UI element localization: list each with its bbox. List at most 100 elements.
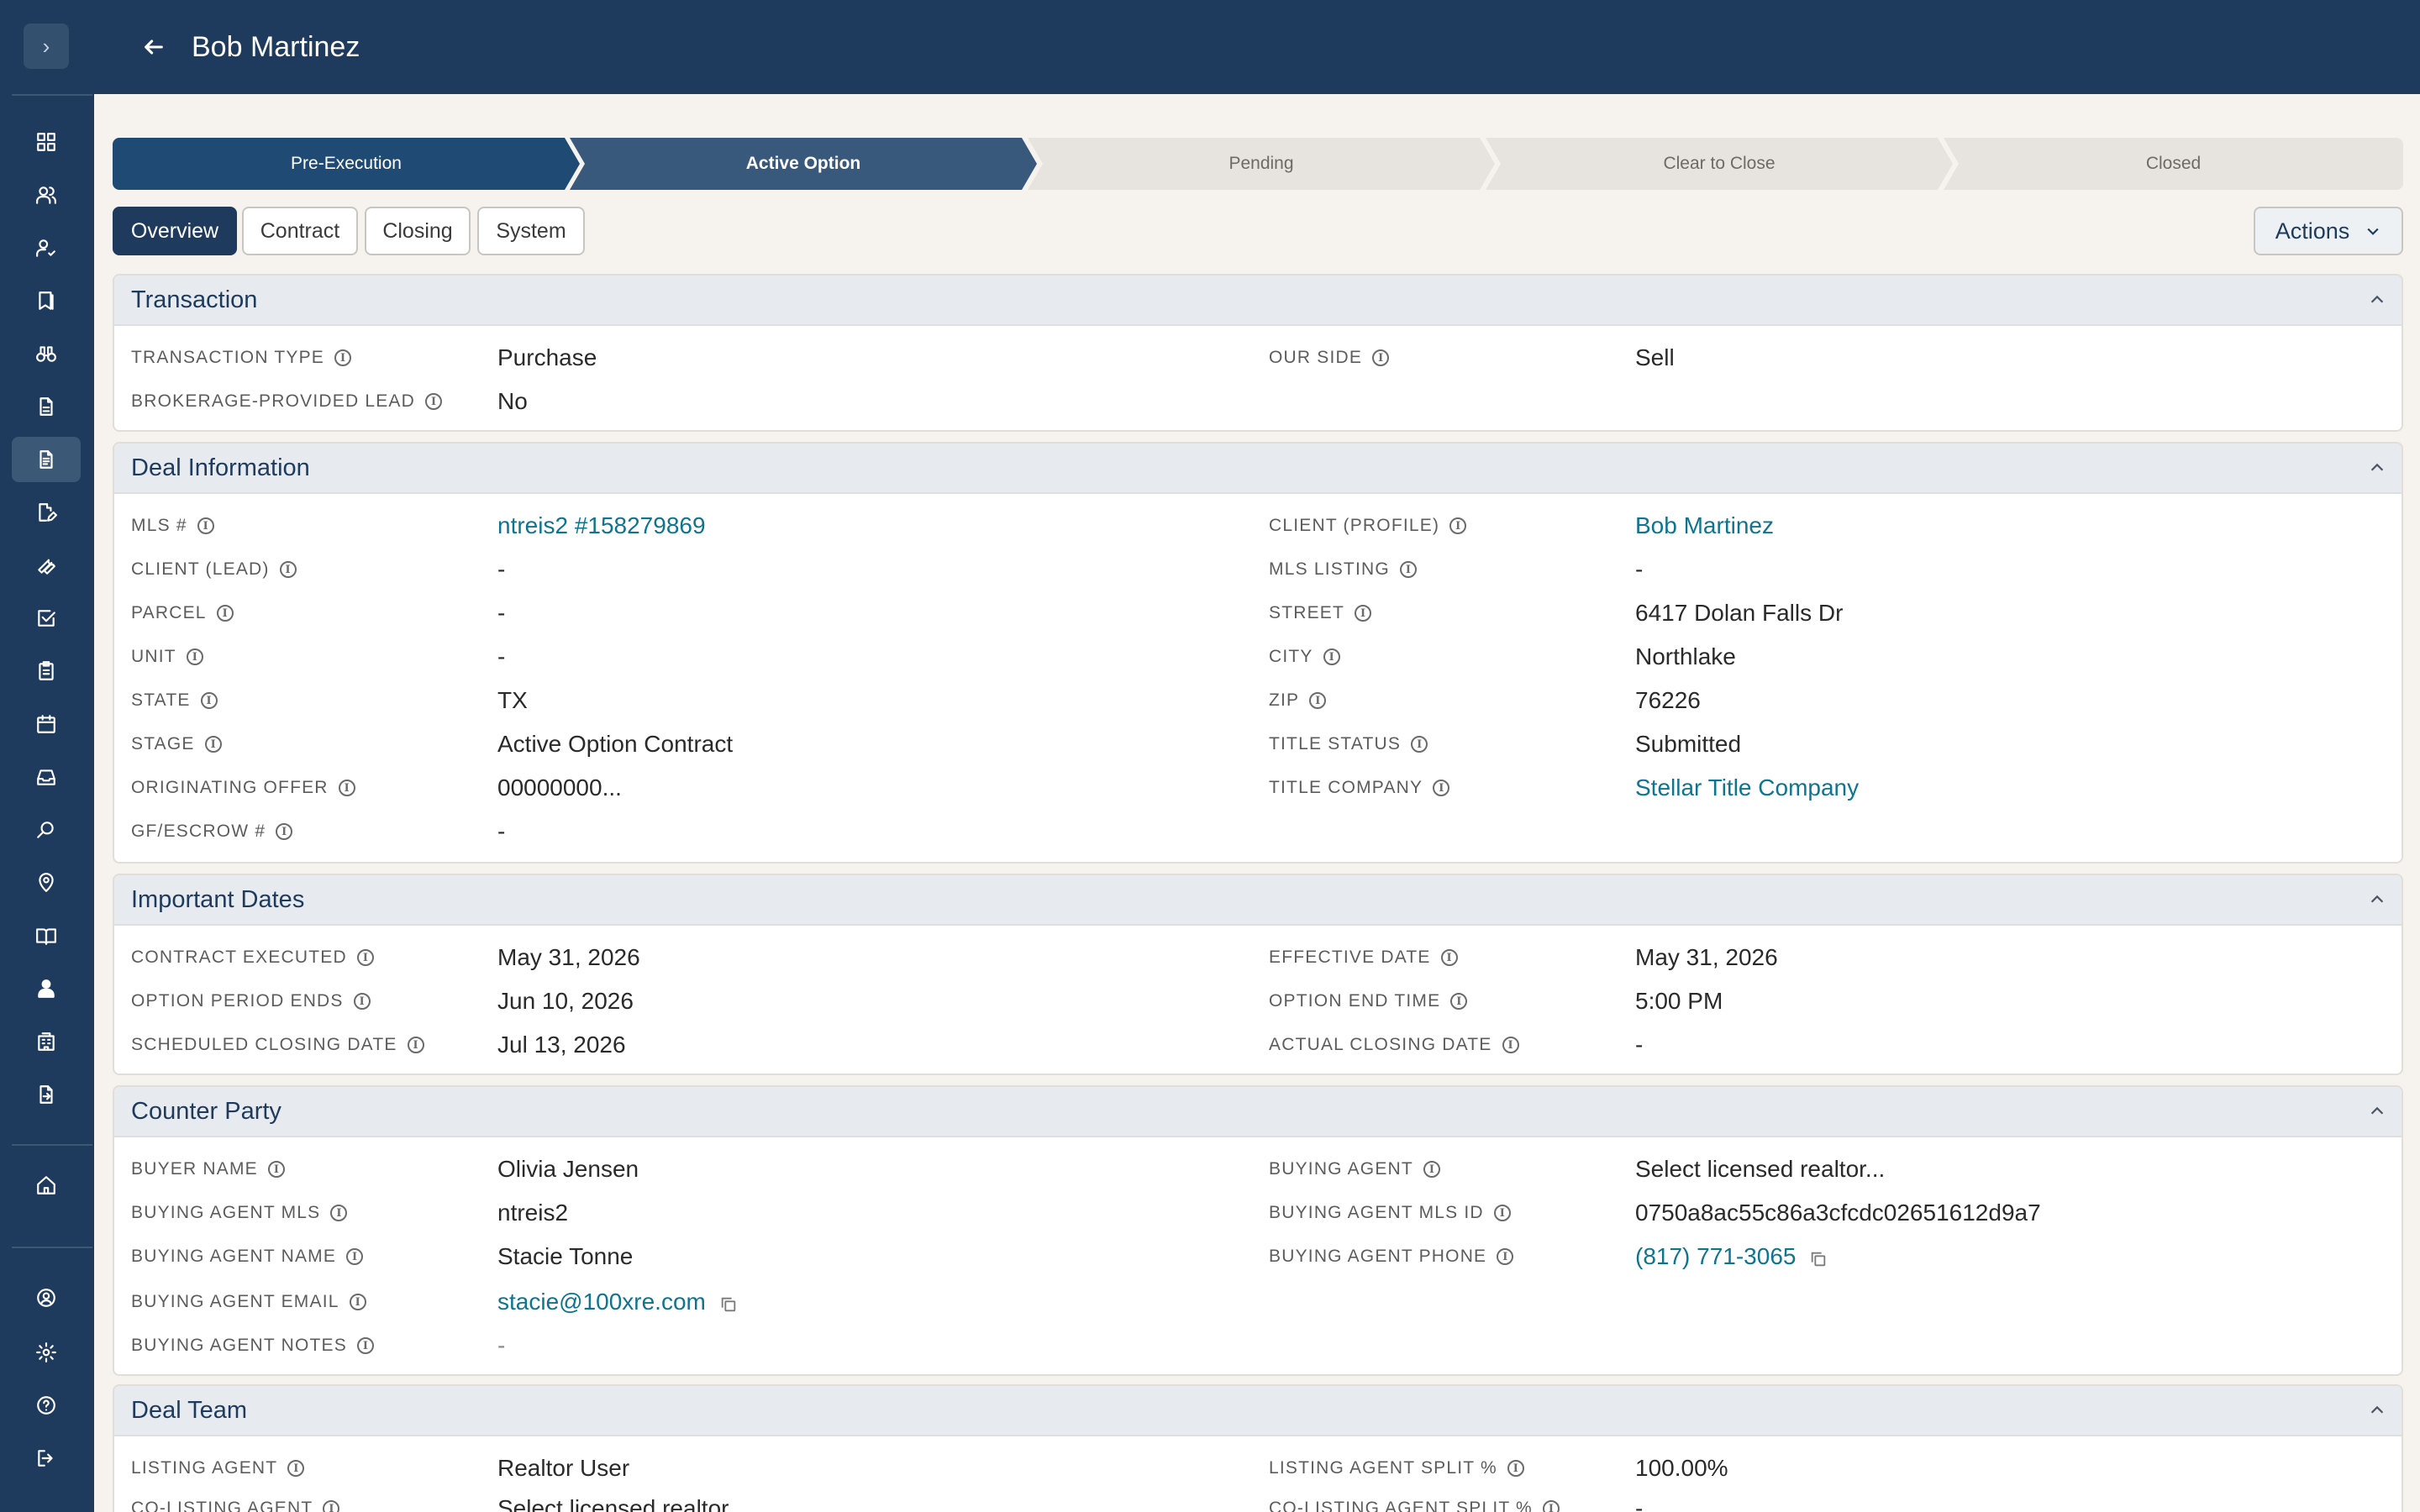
section-header[interactable]: Important Dates <box>114 875 2402 926</box>
chevron-up-icon[interactable] <box>2368 1401 2386 1420</box>
sidebar-item-tasks[interactable] <box>12 596 81 641</box>
info-icon[interactable]: i <box>1497 1248 1514 1265</box>
sidebar-item-transactions[interactable] <box>12 437 81 482</box>
field-value: 76226 <box>1635 687 1701 713</box>
info-icon[interactable]: i <box>1440 949 1458 966</box>
info-icon[interactable]: i <box>425 393 443 410</box>
info-icon[interactable]: i <box>204 736 222 753</box>
phone-link[interactable]: (817) 771-3065 <box>1635 1240 1828 1273</box>
co-listing-agent-select[interactable]: Select licensed realtor... <box>497 1492 747 1512</box>
sidebar-item-dashboard[interactable] <box>12 119 81 165</box>
field-value: Jun 10, 2026 <box>497 988 634 1014</box>
info-icon[interactable]: i <box>267 1161 285 1178</box>
sidebar-item-reports[interactable] <box>12 1072 81 1117</box>
info-icon[interactable]: i <box>1502 1037 1519 1053</box>
section-header[interactable]: Counter Party <box>114 1087 2402 1137</box>
stage-clear-to-close[interactable]: Clear to Close <box>1486 138 1953 190</box>
section-header[interactable]: Transaction <box>114 276 2402 326</box>
sidebar-item-search[interactable] <box>12 807 81 853</box>
copy-icon[interactable] <box>719 1293 738 1312</box>
info-icon[interactable]: i <box>1309 692 1327 709</box>
info-icon[interactable]: i <box>334 349 352 366</box>
info-icon[interactable]: i <box>287 1460 305 1477</box>
field-value: - <box>497 818 506 844</box>
info-icon[interactable]: i <box>323 1500 340 1512</box>
info-icon[interactable]: i <box>1372 349 1390 366</box>
info-icon[interactable]: i <box>349 1294 366 1310</box>
info-icon[interactable]: i <box>1411 736 1428 753</box>
sidebar-item-home[interactable] <box>12 1163 81 1208</box>
stage-closed[interactable]: Closed <box>1944 138 2403 190</box>
sidebar-item-leads[interactable] <box>12 225 81 270</box>
sidebar-item-offers[interactable] <box>12 384 81 429</box>
info-icon[interactable]: i <box>200 692 218 709</box>
info-icon[interactable]: i <box>1399 561 1417 578</box>
sidebar-item-documents[interactable] <box>12 490 81 535</box>
sidebar-item-agents[interactable] <box>12 966 81 1011</box>
sidebar-item-settings[interactable] <box>12 1330 81 1375</box>
sidebar-item-map[interactable] <box>12 860 81 906</box>
info-icon[interactable]: i <box>356 949 374 966</box>
sidebar-item-logout[interactable] <box>12 1436 81 1481</box>
info-icon[interactable]: i <box>1542 1500 1560 1512</box>
info-icon[interactable]: i <box>279 561 297 578</box>
info-icon[interactable]: i <box>186 648 203 665</box>
copy-icon[interactable] <box>1809 1247 1828 1267</box>
info-icon[interactable]: i <box>346 1248 364 1265</box>
tab-contract[interactable]: Contract <box>242 207 358 255</box>
main-content: Pre-Execution Active Option Pending Clea… <box>113 138 2403 259</box>
sidebar-item-showings[interactable] <box>12 331 81 376</box>
sidebar-item-profile[interactable] <box>12 1275 81 1320</box>
document-icon <box>39 450 53 469</box>
chevron-up-icon[interactable] <box>2368 890 2386 909</box>
sidebar-item-help[interactable] <box>12 1383 81 1428</box>
title-company-link[interactable]: Stellar Title Company <box>1635 771 1859 805</box>
info-icon[interactable]: i <box>407 1037 424 1053</box>
sidebar-item-listings[interactable] <box>12 278 81 323</box>
sidebar-item-contacts[interactable] <box>12 172 81 218</box>
field-value: - <box>497 556 506 582</box>
section-header[interactable]: Deal Team <box>114 1386 2402 1436</box>
sidebar-item-resources[interactable] <box>12 913 81 958</box>
field-label: CITY i <box>1269 640 1340 674</box>
info-icon[interactable]: i <box>1323 648 1340 665</box>
info-icon[interactable]: i <box>1433 780 1450 796</box>
tab-overview[interactable]: Overview <box>113 207 237 255</box>
stage-pre-execution[interactable]: Pre-Execution <box>113 138 580 190</box>
mls-link[interactable]: ntreis2 #158279869 <box>497 509 706 543</box>
sidebar-item-brokerage[interactable] <box>12 1019 81 1064</box>
info-icon[interactable]: i <box>338 780 355 796</box>
stage-active-option[interactable]: Active Option <box>570 138 1037 190</box>
actions-button[interactable]: Actions <box>2254 207 2403 255</box>
stage-pending[interactable]: Pending <box>1028 138 1495 190</box>
listing-agent-select[interactable]: Realtor User <box>497 1452 629 1485</box>
info-icon[interactable]: i <box>356 1337 374 1354</box>
client-profile-link[interactable]: Bob Martinez <box>1635 509 1774 543</box>
sidebar-item-calendar[interactable] <box>12 701 81 747</box>
info-icon[interactable]: i <box>330 1205 348 1221</box>
email-link[interactable]: stacie@100xre.com <box>497 1285 738 1319</box>
info-icon[interactable]: i <box>1450 993 1468 1010</box>
field-row: PARCEL i - STREET i 6417 Dolan Falls Dr <box>114 596 2402 630</box>
sidebar-item-tools[interactable] <box>12 543 81 588</box>
info-icon[interactable]: i <box>276 823 293 840</box>
buying-agent-select[interactable]: Select licensed realtor... <box>1635 1152 1885 1186</box>
chevron-up-icon[interactable] <box>2368 291 2386 309</box>
chevron-up-icon[interactable] <box>2368 459 2386 477</box>
sidebar-item-checklists[interactable] <box>12 648 81 694</box>
tab-system[interactable]: System <box>477 207 585 255</box>
chevron-up-icon[interactable] <box>2368 1102 2386 1121</box>
tab-closing[interactable]: Closing <box>365 207 471 255</box>
section-header[interactable]: Deal Information <box>114 444 2402 494</box>
info-icon[interactable]: i <box>353 993 371 1010</box>
sidebar-item-inbox[interactable] <box>12 754 81 800</box>
expand-sidebar-button[interactable]: › <box>24 24 69 69</box>
info-icon[interactable]: i <box>197 517 214 534</box>
info-icon[interactable]: i <box>1449 517 1467 534</box>
info-icon[interactable]: i <box>1493 1205 1511 1221</box>
info-icon[interactable]: i <box>1423 1161 1440 1178</box>
info-icon[interactable]: i <box>216 605 234 622</box>
back-button[interactable] <box>133 26 175 68</box>
info-icon[interactable]: i <box>1355 605 1372 622</box>
info-icon[interactable]: i <box>1507 1460 1524 1477</box>
